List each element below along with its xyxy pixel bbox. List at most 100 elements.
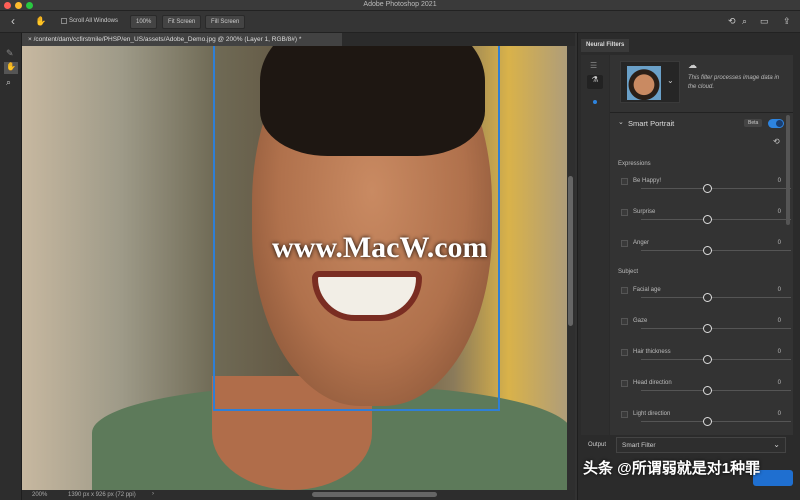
slider-handle[interactable] bbox=[703, 215, 712, 224]
document-tab-label: /content/dam/ccfirstmile/PHSP/en_US/asse… bbox=[33, 36, 302, 43]
expressions-heading: Expressions bbox=[618, 161, 651, 167]
slider-row: Gaze 0 bbox=[610, 315, 793, 346]
slider-row: Surprise 0 bbox=[610, 206, 793, 237]
filter-checkbox[interactable] bbox=[621, 240, 628, 247]
options-bar: ‹ ✋ Scroll All Windows 100% Fit Screen F… bbox=[0, 11, 800, 33]
slider-track[interactable] bbox=[641, 359, 791, 360]
slider-track[interactable] bbox=[641, 390, 791, 391]
scroll-all-label: Scroll All Windows bbox=[69, 18, 119, 24]
slider-value[interactable]: 0 bbox=[778, 349, 781, 355]
slider-label: Facial age bbox=[633, 287, 661, 293]
output-select[interactable]: Smart Filter ⌄ bbox=[616, 437, 786, 453]
preview-thumbnail[interactable]: ⌄ bbox=[620, 61, 680, 103]
title-bar: Adobe Photoshop 2021 bbox=[0, 0, 800, 11]
output-label: Output bbox=[588, 442, 607, 448]
scroll-all-checkbox[interactable] bbox=[61, 18, 67, 24]
slider-label: Be Happy! bbox=[633, 178, 662, 184]
filter-checkbox[interactable] bbox=[621, 411, 628, 418]
slider-track[interactable] bbox=[641, 188, 791, 189]
watermark-macw: www.MacW.com bbox=[272, 231, 488, 264]
panel-content: ⌄ ☁ This filter processes image data in … bbox=[610, 55, 793, 435]
toolbar: ✎ ✋ ⌕ bbox=[0, 33, 22, 500]
slider-value[interactable]: 0 bbox=[778, 380, 781, 386]
slider-track[interactable] bbox=[641, 328, 791, 329]
fit-screen-button[interactable]: Fit Screen bbox=[162, 15, 202, 29]
search-icon[interactable]: ⌕ bbox=[742, 16, 747, 27]
filter-toggle[interactable] bbox=[768, 119, 784, 128]
panel-sidebar: ☰ ⚗ bbox=[581, 55, 609, 435]
document-size: 1390 px x 926 px (72 ppi) bbox=[68, 492, 136, 498]
thumbnail-image bbox=[627, 66, 661, 100]
output-value: Smart Filter bbox=[622, 442, 656, 449]
status-bar: 200% 1390 px x 926 px (72 ppi) › bbox=[22, 490, 575, 500]
filter-name: Smart Portrait bbox=[628, 119, 675, 128]
window-title: Adobe Photoshop 2021 bbox=[363, 1, 437, 8]
slider-row: Be Happy! 0 bbox=[610, 175, 793, 206]
cloud-note: This filter processes image data in the … bbox=[688, 75, 780, 90]
slider-track[interactable] bbox=[641, 421, 791, 422]
back-icon[interactable]: ‹ bbox=[11, 14, 15, 28]
slider-handle[interactable] bbox=[703, 293, 712, 302]
filter-checkbox[interactable] bbox=[621, 178, 628, 185]
brush-tool-icon[interactable]: ✎ bbox=[6, 48, 14, 59]
slider-handle[interactable] bbox=[703, 324, 712, 333]
active-indicator bbox=[593, 100, 597, 104]
horizontal-scrollbar[interactable] bbox=[312, 492, 437, 497]
slider-track[interactable] bbox=[641, 219, 791, 220]
collapse-chevron-icon[interactable]: ⌄ bbox=[618, 118, 624, 126]
fill-screen-button[interactable]: Fill Screen bbox=[205, 15, 246, 29]
slider-value[interactable]: 0 bbox=[778, 318, 781, 324]
slider-value[interactable]: 0 bbox=[778, 287, 781, 293]
chevron-down-icon[interactable]: ⌄ bbox=[667, 76, 674, 85]
document-tab[interactable]: × /content/dam/ccfirstmile/PHSP/en_US/as… bbox=[22, 33, 342, 46]
slider-label: Anger bbox=[633, 240, 650, 246]
slider-row: Anger 0 bbox=[610, 237, 793, 268]
watermark-toutiao: 头条 @所谓弱就是对1种罪 bbox=[583, 460, 761, 477]
panel-scrollbar[interactable] bbox=[786, 115, 790, 225]
slider-value[interactable]: 0 bbox=[778, 209, 781, 215]
zoom-100-button[interactable]: 100% bbox=[130, 15, 158, 29]
slider-label: Gaze bbox=[633, 318, 648, 324]
filter-checkbox[interactable] bbox=[621, 209, 628, 216]
all-filters-icon[interactable]: ☰ bbox=[590, 61, 597, 70]
slider-handle[interactable] bbox=[703, 417, 712, 426]
slider-label: Head direction bbox=[633, 380, 672, 386]
workspace-icon[interactable]: ▭ bbox=[760, 16, 769, 27]
beta-badge: Beta bbox=[744, 119, 763, 127]
slider-row: Light direction 0 bbox=[610, 408, 793, 435]
hand-tool-icon[interactable]: ✋ bbox=[4, 62, 18, 74]
slider-value[interactable]: 0 bbox=[778, 240, 781, 246]
document-tabs: × /content/dam/ccfirstmile/PHSP/en_US/as… bbox=[22, 33, 575, 46]
hand-tool-icon[interactable]: ✋ bbox=[35, 16, 46, 27]
divider bbox=[610, 112, 793, 113]
slider-handle[interactable] bbox=[703, 355, 712, 364]
reset-icon[interactable]: ⟲ bbox=[773, 137, 780, 146]
filter-checkbox[interactable] bbox=[621, 380, 628, 387]
slider-row: Facial age 0 bbox=[610, 284, 793, 315]
slider-label: Surprise bbox=[633, 209, 656, 215]
export-icon[interactable]: ⇪ bbox=[783, 16, 791, 27]
canvas[interactable]: www.MacW.com bbox=[22, 46, 575, 490]
zoom-tool-icon[interactable]: ⌕ bbox=[6, 77, 11, 88]
slider-handle[interactable] bbox=[703, 386, 712, 395]
slider-value[interactable]: 0 bbox=[778, 178, 781, 184]
cloud-icon: ☁ bbox=[688, 60, 697, 70]
filter-checkbox[interactable] bbox=[621, 287, 628, 294]
slider-handle[interactable] bbox=[703, 184, 712, 193]
status-menu-arrow[interactable]: › bbox=[152, 491, 154, 497]
slider-track[interactable] bbox=[641, 297, 791, 298]
panel-tab-neural-filters[interactable]: Neural Filters bbox=[581, 39, 630, 52]
beta-filters-icon[interactable]: ⚗ bbox=[587, 75, 603, 89]
vertical-scrollbar[interactable] bbox=[567, 46, 575, 490]
slider-track[interactable] bbox=[641, 250, 791, 251]
slider-label: Hair thickness bbox=[633, 349, 671, 355]
share-icon[interactable]: ⟲ bbox=[728, 16, 736, 27]
slider-value[interactable]: 0 bbox=[778, 411, 781, 417]
filter-checkbox[interactable] bbox=[621, 349, 628, 356]
subject-list: Facial age 0 Gaze 0 Hair thickness 0 Hea… bbox=[610, 284, 793, 435]
scroll-thumb[interactable] bbox=[568, 176, 573, 326]
slider-label: Light direction bbox=[633, 411, 671, 417]
zoom-level[interactable]: 200% bbox=[32, 492, 47, 498]
slider-handle[interactable] bbox=[703, 246, 712, 255]
filter-checkbox[interactable] bbox=[621, 318, 628, 325]
